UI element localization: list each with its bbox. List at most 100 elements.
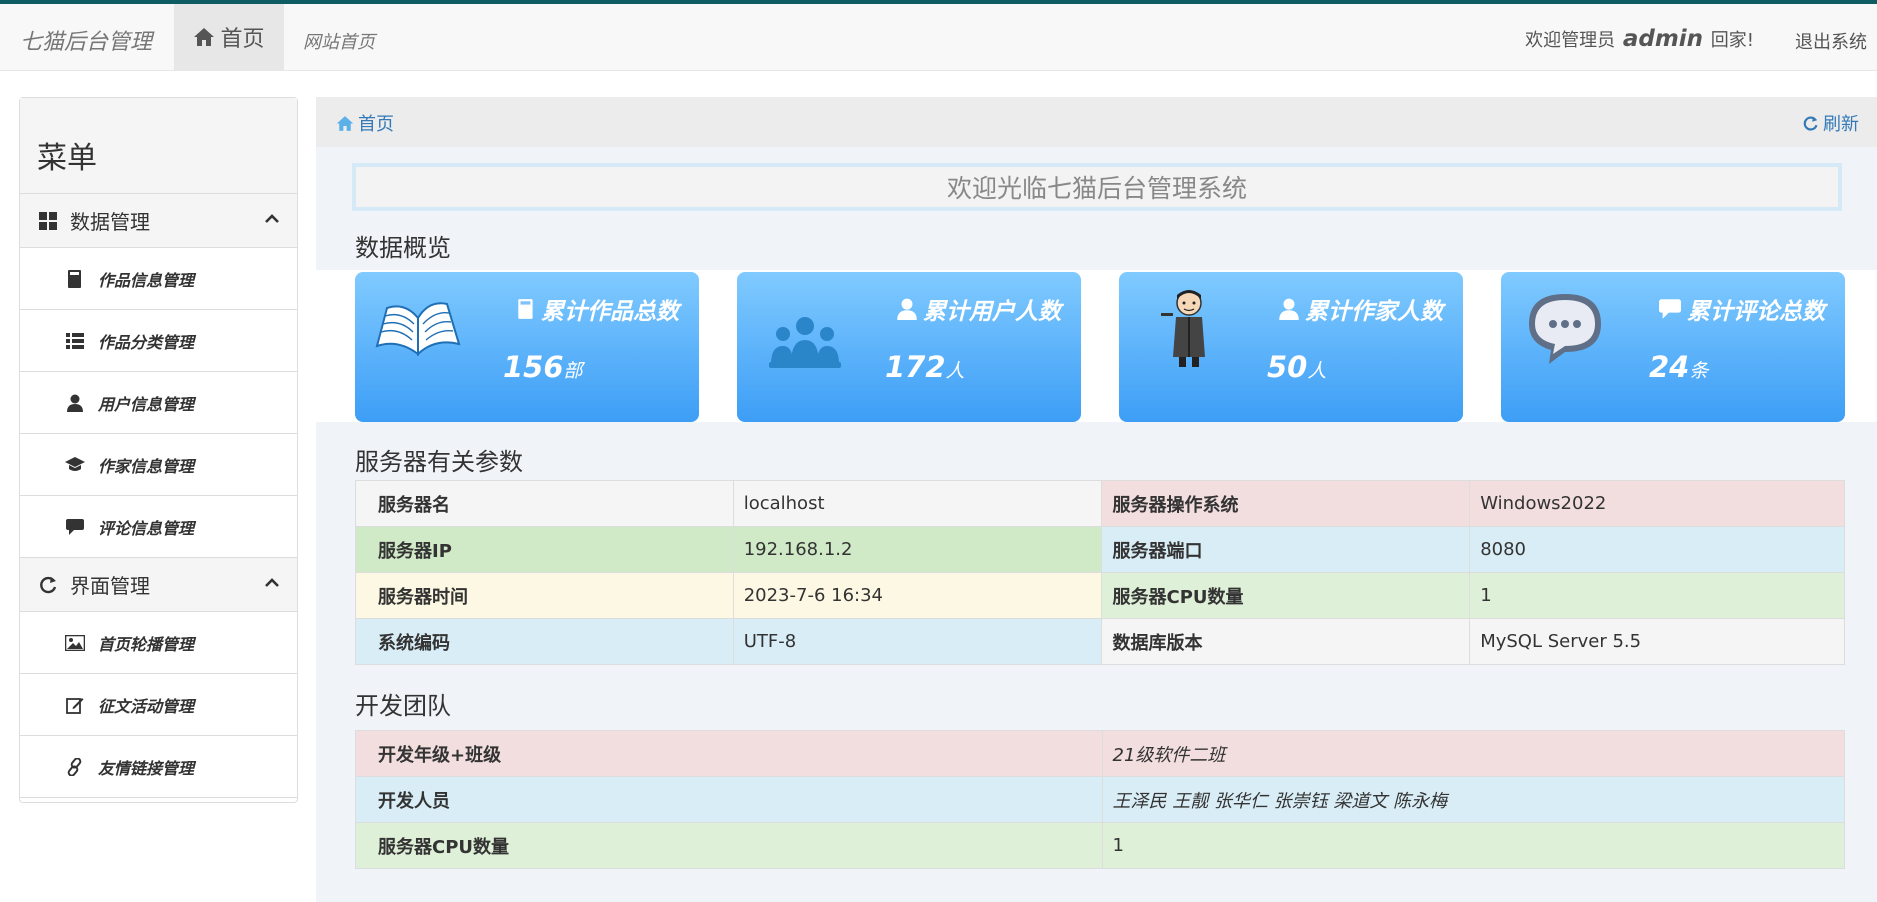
table-value: localhost — [732, 480, 1103, 527]
table-value: 8080 — [1469, 526, 1845, 573]
table-value: 2023-7-6 16:34 — [732, 572, 1103, 619]
table-key: 服务器CPU数量 — [355, 822, 1103, 869]
sidebar-item-categories[interactable]: 作品分类管理 — [20, 310, 297, 372]
stat-unit: 部 — [563, 360, 583, 382]
table-key: 服务器名 — [355, 480, 734, 527]
stat-label: 累计作品总数 — [517, 292, 679, 326]
table-value: 192.168.1.2 — [732, 526, 1103, 573]
sidebar-item-label: 首页轮播管理 — [98, 634, 195, 654]
menu-title: 菜单 — [20, 98, 297, 194]
top-navbar: 七猫后台管理 首页 网站首页 欢迎管理员 admin 回家! 退出系统 — [0, 4, 1877, 71]
sidebar-item-label: 用户信息管理 — [98, 394, 195, 414]
brand-title[interactable]: 七猫后台管理 — [20, 24, 152, 56]
graduation-cap-icon — [64, 454, 86, 476]
table-key: 服务器IP — [355, 526, 734, 573]
stat-label: 累计作家人数 — [1279, 292, 1443, 326]
stat-label-text: 累计用户人数 — [923, 299, 1061, 325]
sidebar-item-label: 友情链接管理 — [98, 758, 195, 778]
menu-group-data[interactable]: 数据管理 — [20, 194, 297, 248]
stat-value: 156部 — [503, 350, 583, 384]
stat-value: 172人 — [885, 350, 965, 384]
table-key: 开发年级+班级 — [355, 730, 1103, 777]
sidebar-item-label: 评论信息管理 — [98, 518, 195, 538]
grid-icon — [38, 211, 58, 231]
stat-label-text: 累计作品总数 — [541, 299, 679, 325]
sidebar-item-label: 作家信息管理 — [98, 456, 195, 476]
table-value: 王泽民 王靓 张华仁 张崇钰 梁道文 陈永梅 — [1101, 776, 1845, 823]
table-value: 1 — [1469, 572, 1845, 619]
edit-icon — [64, 694, 86, 716]
stat-unit: 人 — [1307, 360, 1327, 382]
book-icon — [518, 299, 533, 319]
stat-unit: 人 — [945, 360, 965, 382]
table-value: 1 — [1101, 822, 1845, 869]
table-key: 服务器操作系统 — [1101, 480, 1471, 527]
welcome-band: 欢迎光临七猫后台管理系统 数据概览 — [316, 147, 1877, 270]
table-row: 服务器CPU数量 1 — [355, 822, 1845, 869]
welcome-message: 欢迎管理员 admin 回家! — [1525, 26, 1754, 52]
nav-home-tab[interactable]: 首页 — [174, 4, 284, 70]
user-icon — [1279, 298, 1299, 320]
breadcrumb-home-link[interactable]: 首页 — [336, 110, 394, 136]
server-section-title: 服务器有关参数 — [355, 448, 523, 476]
table-row: 服务器时间 2023-7-6 16:34 服务器CPU数量 1 — [355, 572, 1845, 619]
refresh-link[interactable]: 刷新 — [1802, 110, 1859, 136]
refresh-icon — [1803, 115, 1818, 131]
user-group-illustration — [769, 317, 841, 368]
details-band: 服务器有关参数 服务器名 localhost 服务器操作系统 Windows20… — [316, 422, 1877, 902]
team-table: 开发年级+班级 21级软件二班 开发人员 王泽民 王靓 张华仁 张崇钰 梁道文 … — [355, 730, 1845, 869]
nav-home-label: 首页 — [220, 27, 265, 52]
stat-card-users[interactable]: 累计用户人数 172人 — [737, 272, 1081, 422]
server-table: 服务器名 localhost 服务器操作系统 Windows2022 服务器IP… — [355, 480, 1845, 665]
list-icon — [64, 330, 86, 352]
author-cartoon-illustration — [1161, 290, 1205, 367]
logout-link[interactable]: 退出系统 — [1795, 28, 1867, 54]
picture-icon — [64, 632, 86, 654]
welcome-banner: 欢迎光临七猫后台管理系统 — [352, 163, 1842, 211]
sidebar-item-authors[interactable]: 作家信息管理 — [20, 434, 297, 496]
nav-site-home-link[interactable]: 网站首页 — [303, 28, 375, 54]
stat-label: 累计评论总数 — [1659, 292, 1825, 326]
welcome-suffix: 回家! — [1710, 30, 1754, 51]
sidebar-item-label: 作品分类管理 — [98, 332, 195, 352]
stat-label-text: 累计作家人数 — [1305, 299, 1443, 325]
menu-group-interface[interactable]: 界面管理 — [20, 558, 297, 612]
sidebar-item-links[interactable]: 友情链接管理 — [20, 736, 297, 798]
stat-card-works[interactable]: 累计作品总数 156部 — [355, 272, 699, 422]
table-key: 服务器端口 — [1101, 526, 1471, 573]
chevron-up-icon — [265, 578, 279, 587]
stat-value: 50人 — [1267, 350, 1326, 384]
refresh-icon — [38, 575, 58, 595]
sidebar-item-carousel[interactable]: 首页轮播管理 — [20, 612, 297, 674]
table-key: 系统编码 — [355, 618, 734, 665]
stat-card-comments[interactable]: 累计评论总数 24条 — [1501, 272, 1845, 422]
stat-label-text: 累计评论总数 — [1687, 299, 1825, 325]
open-book-illustration — [375, 302, 461, 357]
comment-icon — [64, 516, 86, 538]
sidebar-item-works[interactable]: 作品信息管理 — [20, 248, 297, 310]
table-value: MySQL Server 5.5 — [1469, 618, 1845, 665]
stat-number: 156 — [503, 350, 564, 384]
stat-number: 172 — [885, 350, 946, 384]
table-key: 服务器CPU数量 — [1101, 572, 1471, 619]
stat-unit: 条 — [1689, 360, 1709, 382]
table-value: Windows2022 — [1469, 480, 1845, 527]
sidebar-item-comments[interactable]: 评论信息管理 — [20, 496, 297, 558]
book-icon — [64, 268, 86, 290]
admin-name: admin — [1622, 26, 1704, 52]
table-key: 数据库版本 — [1101, 618, 1471, 665]
comment-icon — [1659, 299, 1681, 319]
overview-title: 数据概览 — [355, 234, 451, 262]
table-row: 系统编码 UTF-8 数据库版本 MySQL Server 5.5 — [355, 618, 1845, 665]
table-key: 开发人员 — [355, 776, 1103, 823]
table-row: 服务器IP 192.168.1.2 服务器端口 8080 — [355, 526, 1845, 573]
stat-card-authors[interactable]: 累计作家人数 50人 — [1119, 272, 1463, 422]
user-icon — [897, 298, 917, 320]
refresh-label: 刷新 — [1823, 114, 1859, 135]
sidebar-item-contest[interactable]: 征文活动管理 — [20, 674, 297, 736]
table-row: 开发人员 王泽民 王靓 张华仁 张崇钰 梁道文 陈永梅 — [355, 776, 1845, 823]
breadcrumb-home-label: 首页 — [358, 114, 394, 135]
sidebar-item-users[interactable]: 用户信息管理 — [20, 372, 297, 434]
welcome-prefix: 欢迎管理员 — [1525, 30, 1616, 51]
chat-bubble-illustration — [1529, 294, 1601, 364]
